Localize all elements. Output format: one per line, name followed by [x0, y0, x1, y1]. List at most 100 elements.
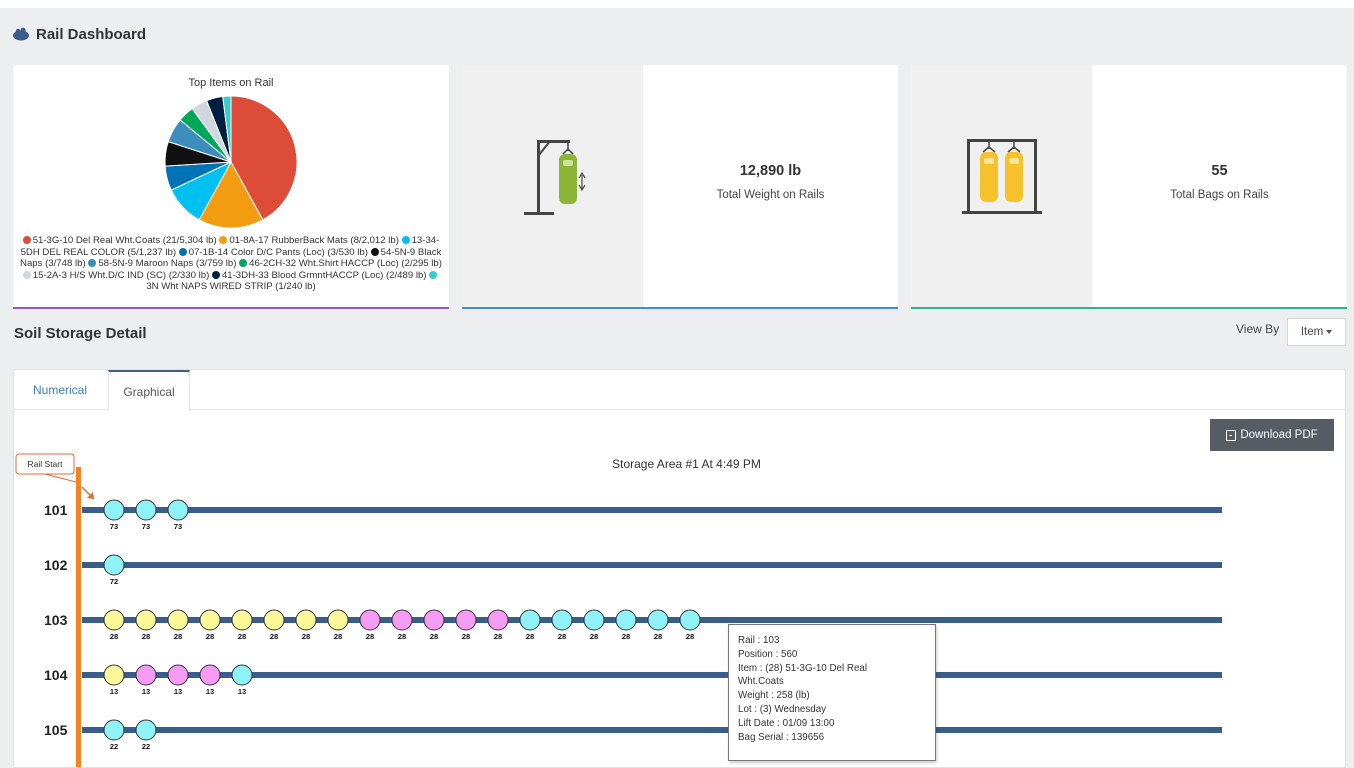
rail-label: 101 [44, 502, 68, 518]
bag-count-label: 13 [238, 687, 246, 696]
bag-count-label: 28 [206, 632, 214, 641]
tooltip-line: Position : 560 [738, 648, 798, 660]
rail-start-label: Rail Start [28, 459, 64, 469]
view-by-value: Item [1300, 326, 1324, 338]
dashboard-page: Rail Dashboard Top Items on Rail 51-3G-1… [0, 8, 1354, 768]
legend-label: 58-5N-9 Maroon Naps (3/759 lb) [98, 258, 237, 270]
legend-item[interactable]: 51-3G-10 Del Real Wht.Coats (21/5,304 lb… [22, 235, 217, 246]
total-weight-card: 12,890 lb Total Weight on Rails [462, 65, 898, 309]
tooltip-line: Rail : 103 [738, 635, 780, 646]
tooltip-line: Lot : (3) Wednesday [738, 703, 827, 715]
bag-count-label: 28 [558, 632, 566, 641]
bags-stat-panel: 55 Total Bags on Rails [1092, 65, 1347, 307]
bag-marker[interactable] [103, 664, 125, 686]
legend-label: 15-2A-3 H/S Wht.D/C IND (SC) (2/330 lb) [32, 269, 210, 281]
view-by-dropdown[interactable]: Item [1287, 318, 1346, 346]
bag-marker[interactable] [231, 609, 253, 631]
bag-count-label: 28 [654, 632, 662, 641]
rail-label: 103 [44, 612, 68, 628]
top-items-pie-chart [164, 95, 298, 229]
bag-count-label: 28 [142, 632, 150, 641]
legend-dot-icon [88, 259, 97, 268]
bag-marker[interactable] [295, 609, 317, 631]
double-bag-hanger-icon [962, 139, 1042, 214]
rail-start-bar [76, 467, 81, 767]
bag-count-label: 28 [366, 632, 374, 641]
bag-marker[interactable] [167, 609, 189, 631]
tooltip-line: Item : (28) 51-3G-10 Del Real [738, 662, 868, 674]
legend-dot-icon [239, 259, 248, 268]
bag-marker[interactable] [103, 719, 125, 741]
bag-count-label: 28 [686, 632, 694, 641]
bag-count-label: 28 [302, 632, 310, 641]
bag-marker[interactable] [263, 609, 285, 631]
caret-down-icon [1326, 330, 1333, 334]
bag-count-label: 28 [494, 632, 502, 641]
bag-marker[interactable] [135, 719, 157, 741]
bag-marker[interactable] [583, 609, 605, 631]
legend-label: 3N Wht NAPS WIRED STRIP (1/240 lb) [146, 281, 316, 293]
legend-dot-icon [370, 247, 379, 256]
single-bag-hanger-icon [524, 140, 586, 215]
bag-marker[interactable] [199, 664, 221, 686]
bag-count-label: 28 [334, 632, 342, 641]
dashboard-header: Rail Dashboard [12, 24, 146, 44]
bag-count-label: 13 [110, 687, 118, 696]
bag-marker[interactable] [391, 609, 413, 631]
bag-marker[interactable] [103, 499, 125, 521]
rail-label: 102 [44, 557, 68, 573]
bag-marker[interactable] [167, 499, 189, 521]
tooltip-line: Wht.Coats [738, 676, 784, 688]
bag-marker[interactable] [327, 609, 349, 631]
bag-marker[interactable] [647, 609, 669, 631]
bag-marker[interactable] [167, 664, 189, 686]
view-by-label: View By [1236, 322, 1280, 336]
bag-count-label: 73 [174, 522, 182, 531]
bag-marker[interactable] [487, 609, 509, 631]
legend-item[interactable]: 58-5N-9 Maroon Naps (3/759 lb) [88, 258, 236, 269]
bag-marker[interactable] [199, 609, 221, 631]
rail-label: 105 [44, 722, 68, 738]
total-bags-label: Total Bags on Rails [1170, 189, 1269, 201]
legend-item[interactable]: 15-2A-3 H/S Wht.D/C IND (SC) (2/330 lb) [22, 269, 210, 281]
bag-marker[interactable] [359, 609, 381, 631]
bag-marker[interactable] [455, 609, 477, 631]
bag-marker[interactable] [679, 609, 701, 631]
bag-marker[interactable] [135, 664, 157, 686]
bag-count-label: 28 [590, 632, 598, 641]
legend-label: 01-8A-17 RubberBack Mats (8/2,012 lb) [229, 235, 399, 246]
bag-count-label: 13 [142, 687, 150, 696]
bag-marker[interactable] [423, 609, 445, 631]
total-bags-card: 55 Total Bags on Rails [911, 65, 1347, 309]
bag-marker[interactable] [519, 609, 541, 631]
legend-label: 41-3DH-33 Blood GrmntHACCP (Loc) (2/489 … [221, 269, 427, 281]
legend-item[interactable]: 01-8A-17 RubberBack Mats (8/2,012 lb) [219, 235, 399, 246]
bag-marker[interactable] [231, 664, 253, 686]
bag-marker[interactable] [615, 609, 637, 631]
bag-count-label: 13 [174, 687, 182, 696]
bag-count-label: 73 [110, 522, 118, 531]
tooltip-line: Weight : 258 (lb) [738, 690, 810, 702]
total-weight-value: 12,890 lb [739, 163, 802, 179]
legend-dot-icon [219, 236, 228, 244]
bag-count-label: 28 [398, 632, 406, 641]
bag-count-label: 73 [142, 522, 150, 531]
bag-count-label: 28 [462, 632, 470, 641]
legend-item[interactable]: 41-3DH-33 Blood GrmntHACCP (Loc) (2/489 … [211, 269, 427, 281]
dashboard-title: Rail Dashboard [36, 25, 147, 43]
bag-marker[interactable] [135, 609, 157, 631]
legend-dot-icon [178, 247, 187, 256]
bag-marker[interactable] [135, 499, 157, 521]
rail-diagram: 101 73 73 73 102 72 103 28 28 28 28 28 28 28 28 28 28 28 2… [15, 453, 1222, 767]
bag-marker[interactable] [103, 554, 125, 576]
legend-dot-icon [22, 270, 31, 279]
bag-count-label: 13 [206, 687, 214, 696]
legend-dot-icon [401, 236, 410, 244]
legend-item[interactable]: 46-2CH-32 Wht.Shirt HACCP (Loc) (2/295 l… [239, 258, 442, 269]
bag-count-label: 28 [622, 632, 630, 641]
bag-marker[interactable] [551, 609, 573, 631]
bag-marker[interactable] [103, 609, 125, 631]
legend-item[interactable]: 07-1B-14 Color D/C Pants (Loc) (3/530 lb… [178, 247, 368, 258]
weight-stat-panel: 12,890 lb Total Weight on Rails [643, 65, 898, 307]
bag-count-label: 28 [110, 632, 118, 641]
